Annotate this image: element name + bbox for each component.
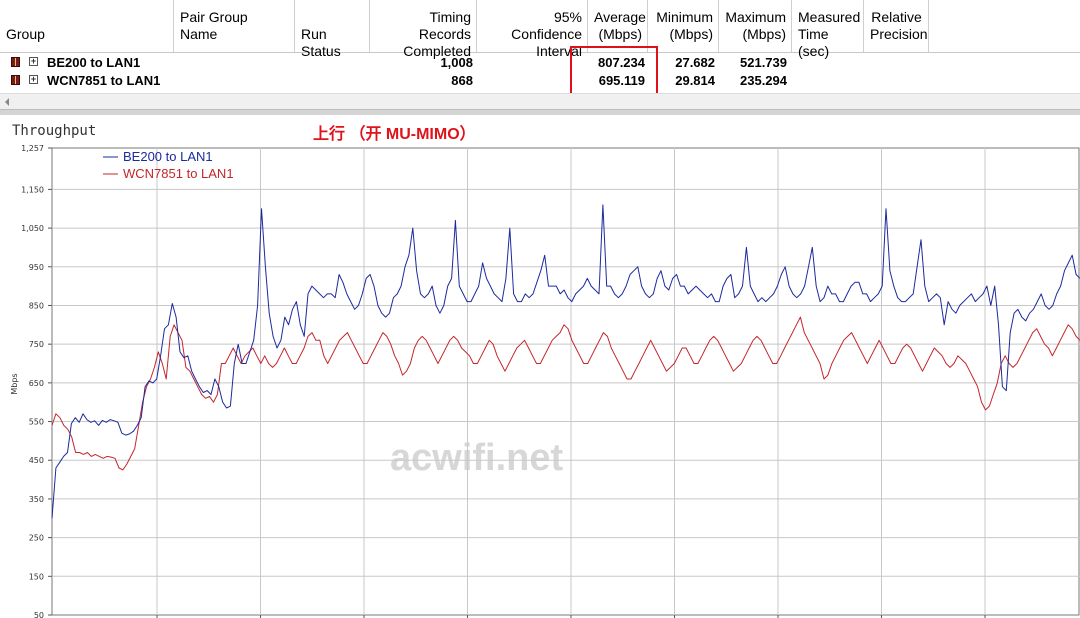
cell-timing-records: 868 (451, 73, 473, 88)
cell-average: 807.234 (598, 55, 645, 70)
y-tick-label: 950 (29, 263, 44, 272)
table-row[interactable]: + BE200 to LAN1 1,008 807.234 27.682 521.739 (0, 54, 1080, 71)
throughput-chart: 50 150 250 350 450 550 650 750 850 950 1,050 1,150 1… (10, 144, 1080, 618)
y-tick-label: 550 (29, 418, 44, 427)
table-row[interactable]: + WCN7851 to LAN1 868 695.119 29.814 235.294 (0, 72, 1080, 89)
expand-icon[interactable]: + (29, 75, 38, 84)
chart-title: Throughput (12, 123, 97, 139)
cell-timing-records: 1,008 (440, 55, 473, 70)
column-header-minimum[interactable]: Minimum (Mbps) (648, 0, 719, 52)
legend-entry-0: BE200 to LAN1 (123, 149, 213, 164)
cell-group: BE200 to LAN1 (47, 55, 141, 70)
scroll-left-arrow-icon[interactable] (5, 98, 9, 106)
column-header-pair-group-name[interactable]: Pair Group Name (174, 0, 295, 52)
column-header-run-status[interactable]: Run Status (295, 0, 370, 59)
y-tick-label: 250 (29, 534, 44, 543)
legend-entry-1: WCN7851 to LAN1 (123, 166, 234, 181)
cell-maximum: 235.294 (740, 73, 787, 88)
column-header-measured-time[interactable]: Measured Time (sec) (792, 0, 864, 59)
cell-average: 695.119 (598, 73, 645, 88)
y-tick-label: 450 (29, 456, 44, 465)
y-tick-label: 750 (29, 340, 44, 349)
column-header-relative-precision[interactable]: Relative Precision (864, 0, 929, 52)
cell-group: WCN7851 to LAN1 (47, 73, 161, 88)
y-tick-label: 50 (34, 611, 44, 618)
cell-minimum: 29.814 (675, 73, 715, 88)
expand-icon[interactable]: + (29, 57, 38, 66)
y-tick-label: 650 (29, 379, 44, 388)
y-axis-label: Mbps (10, 373, 19, 394)
cell-maximum: 521.739 (740, 55, 787, 70)
pair-group-icon (11, 75, 20, 85)
y-tick-label: 1,150 (21, 185, 44, 194)
table-header-row: Group Pair Group Name Run Status Timing Rec… (0, 0, 1080, 59)
column-header-average[interactable]: Average (Mbps) (588, 0, 648, 52)
plot-area (51, 147, 1080, 616)
y-tick-label: 150 (29, 572, 44, 581)
horizontal-scrollbar[interactable] (0, 93, 1080, 110)
y-tick-label: 1,257 (21, 144, 44, 153)
pair-group-icon (11, 57, 20, 67)
pane-splitter[interactable] (0, 110, 1080, 115)
column-header-maximum[interactable]: Maximum (Mbps) (719, 0, 792, 52)
y-tick-label: 850 (29, 301, 44, 310)
y-tick-label: 350 (29, 495, 44, 504)
y-tick-label: 1,050 (21, 224, 44, 233)
watermark-text: acwifi.net (390, 437, 563, 479)
column-header-timing-records[interactable]: Timing Records Completed (370, 0, 477, 59)
column-header-confidence[interactable]: 95% Confidence Interval (477, 0, 588, 59)
column-header-group[interactable]: Group (0, 0, 174, 52)
results-table: Group Pair Group Name Run Status Timing Rec… (0, 0, 1080, 110)
cell-minimum: 27.682 (675, 55, 715, 70)
